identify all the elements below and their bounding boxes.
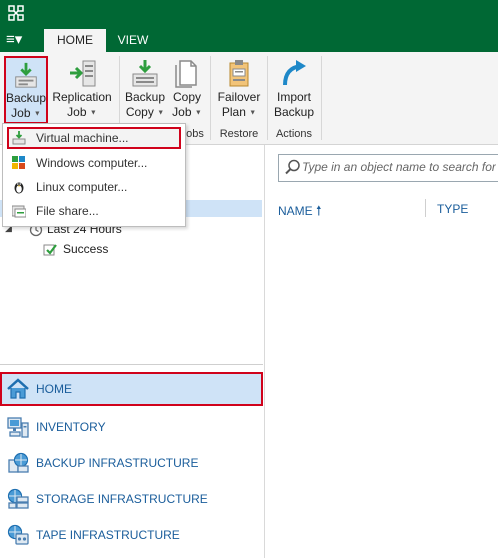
nav-label: INVENTORY <box>36 420 106 434</box>
chevron-down-icon: ▼ <box>157 109 165 117</box>
copy-job-icon <box>175 60 197 88</box>
menu-item-label: Windows computer... <box>36 156 148 170</box>
file-share-icon <box>12 205 26 218</box>
tab-view[interactable]: VIEW <box>106 29 160 52</box>
backup-copy-label-1: Backup <box>124 90 166 104</box>
menu-item-label: Linux computer... <box>36 180 128 194</box>
column-header-type[interactable]: TYPE <box>437 202 468 216</box>
nav-item-backup-infrastructure[interactable]: BACKUP INFRASTRUCTURE <box>0 446 263 480</box>
nav-label: BACKUP INFRASTRUCTURE <box>36 456 199 470</box>
menu-item-linux-computer[interactable]: Linux computer... <box>7 176 181 198</box>
search-icon[interactable] <box>285 159 301 175</box>
import-backup-label-1: Import <box>276 90 311 104</box>
tape-infrastructure-icon <box>7 524 29 545</box>
nav-item-home[interactable]: HOME <box>0 372 263 406</box>
backup-job-label-1: Backup <box>6 91 47 105</box>
home-icon <box>7 378 29 399</box>
chevron-down-icon: ▼ <box>89 109 97 117</box>
nav-item-inventory[interactable]: INVENTORY <box>0 410 263 444</box>
column-header-name[interactable]: NAME 🠕 <box>278 202 322 224</box>
backup-job-label-2: Job <box>11 106 31 120</box>
ribbon-group-label-jobs: obs <box>186 128 204 140</box>
replication-job-label-1: Replication <box>52 90 112 104</box>
sort-ascending-icon: 🠕 <box>316 203 322 218</box>
tab-home[interactable]: HOME <box>44 29 106 52</box>
veeam-icon <box>8 5 24 21</box>
ribbon-group-divider <box>210 56 211 140</box>
linux-computer-icon <box>14 182 24 194</box>
chevron-down-icon: ▼ <box>194 109 202 117</box>
ribbon-group-label-restore: Restore <box>219 128 259 140</box>
ribbon-group-label-actions: Actions <box>275 128 313 140</box>
nav-divider <box>0 364 263 365</box>
ribbon-group-divider <box>321 56 322 140</box>
nav-item-storage-infrastructure[interactable]: STORAGE INFRASTRUCTURE <box>0 482 263 516</box>
nav-item-tape-infrastructure[interactable]: TAPE INFRASTRUCTURE <box>0 518 263 552</box>
success-icon <box>43 244 57 256</box>
tree-item-success[interactable]: Success <box>63 242 108 256</box>
copy-job-button[interactable]: Copy Job ▼ <box>168 58 206 124</box>
title-bar <box>0 0 498 28</box>
chevron-down-icon: ▼ <box>33 110 41 118</box>
menu-item-file-share[interactable]: File share... <box>7 200 181 222</box>
column-header-label: NAME <box>278 204 313 218</box>
virtual-machine-icon <box>12 131 26 145</box>
backup-job-button[interactable]: Backup Job ▼ <box>4 56 48 124</box>
windows-computer-icon <box>12 156 25 169</box>
import-backup-button[interactable]: Import Backup <box>270 58 318 124</box>
menu-item-label: Virtual machine... <box>36 131 129 145</box>
storage-infrastructure-icon <box>7 488 29 509</box>
backup-job-icon <box>15 62 37 88</box>
backup-copy-icon <box>132 60 158 87</box>
import-backup-icon <box>283 60 306 86</box>
nav-label: TAPE INFRASTRUCTURE <box>36 528 180 542</box>
column-separator[interactable] <box>425 199 426 217</box>
menu-item-label: File share... <box>36 204 99 218</box>
failover-plan-label-1: Failover <box>217 90 261 104</box>
nav-label: HOME <box>36 382 72 396</box>
replication-job-icon <box>70 60 96 87</box>
chevron-down-icon: ▼ <box>249 109 257 117</box>
backup-copy-button[interactable]: Backup Copy ▼ <box>122 58 168 124</box>
main-menu-button[interactable]: ≡▾ <box>6 28 36 52</box>
replication-job-label-2: Job <box>67 105 87 119</box>
nav-label: STORAGE INFRASTRUCTURE <box>36 492 208 506</box>
backup-job-dropdown-menu: Virtual machine... Windows computer... L… <box>2 123 186 227</box>
replication-job-button[interactable]: Replication Job ▼ <box>51 58 113 124</box>
menu-item-windows-computer[interactable]: Windows computer... <box>7 152 181 174</box>
inventory-icon <box>7 417 29 438</box>
search-input[interactable] <box>302 155 496 179</box>
backup-copy-label-2: Copy <box>125 105 154 119</box>
failover-plan-icon <box>229 60 249 87</box>
copy-job-label-2: Job <box>172 105 192 119</box>
copy-job-label-1: Copy <box>172 90 201 104</box>
ribbon-group-divider <box>267 56 268 140</box>
menu-item-virtual-machine[interactable]: Virtual machine... <box>7 127 181 149</box>
backup-infrastructure-icon <box>8 452 29 473</box>
failover-plan-label-2: Plan <box>221 105 246 119</box>
import-backup-label-2: Backup <box>273 105 315 119</box>
failover-plan-button[interactable]: Failover Plan ▼ <box>213 58 265 124</box>
